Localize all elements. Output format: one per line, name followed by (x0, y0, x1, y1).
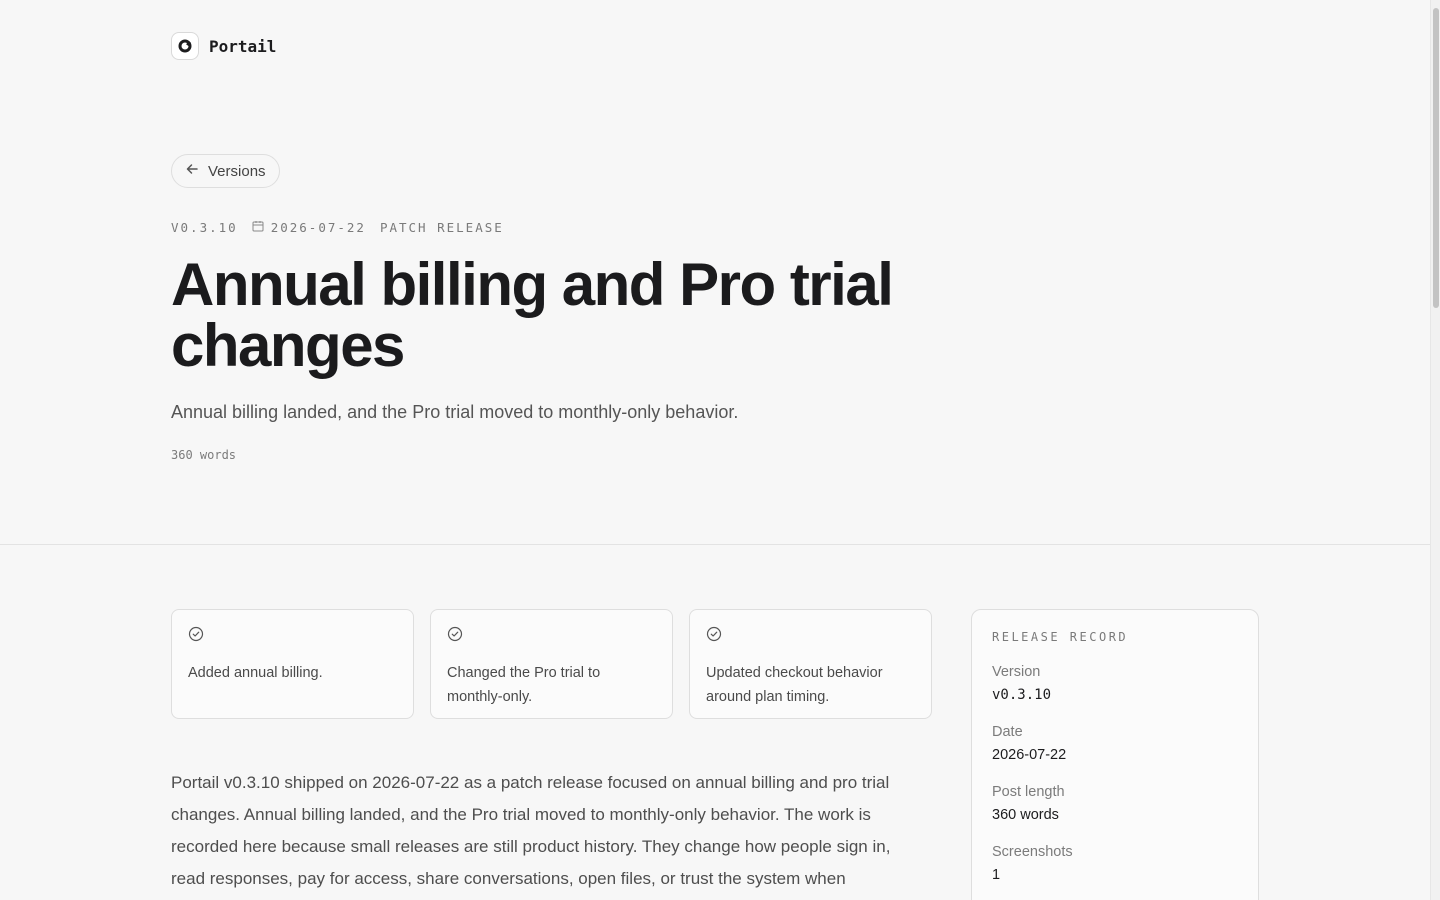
highlight-text: Changed the Pro trial to monthly-only. (447, 665, 601, 705)
highlight-card: Added annual billing. (171, 609, 414, 719)
highlights: Added annual billing. Changed the Pro tr… (171, 609, 932, 719)
record-label: Date (992, 724, 1023, 740)
record-value: 2026-07-22 (992, 747, 1067, 763)
release-type: PATCH RELEASE (379, 220, 504, 235)
back-to-versions-button[interactable]: Versions (171, 154, 280, 188)
record-heading: RELEASE RECORD (992, 630, 1129, 644)
record-date: Date 2026-07-22 (992, 722, 1238, 768)
record-label: Screenshots (992, 844, 1073, 860)
highlight-card: Updated checkout behavior around plan ti… (689, 609, 932, 719)
version-tag: v0.3.10 (171, 220, 238, 235)
check-circle-icon (706, 626, 915, 647)
record-value: 360 words (992, 807, 1059, 823)
date-text: 2026-07-22 (270, 220, 366, 235)
check-circle-icon (188, 626, 397, 647)
portail-logo-icon (171, 32, 199, 60)
brand-name: Portail (209, 36, 277, 56)
record-label: Version (992, 664, 1041, 680)
back-label: Versions (208, 162, 266, 180)
release-record: RELEASE RECORD Version v0.3.10 Date 2026… (971, 609, 1259, 900)
post-summary: Annual billing landed, and the Pro trial… (171, 402, 739, 422)
section-divider (0, 544, 1430, 545)
release-date: 2026-07-22 (252, 220, 366, 235)
post-meta: v0.3.10 2026-07-22 PATCH RELEASE (171, 220, 504, 235)
word-count: 360 words (171, 448, 237, 462)
record-label: Post length (992, 784, 1065, 800)
highlight-card: Changed the Pro trial to monthly-only. (430, 609, 673, 719)
highlight-text: Added annual billing. (188, 665, 323, 681)
record-value: 1 (992, 867, 1001, 883)
scrollbar-thumb[interactable] (1433, 8, 1439, 308)
highlight-text: Updated checkout behavior around plan ti… (706, 665, 883, 705)
record-version: Version v0.3.10 (992, 662, 1238, 708)
record-value: v0.3.10 (992, 687, 1052, 703)
post-body: Portail v0.3.10 shipped on 2026-07-22 as… (171, 773, 891, 888)
check-circle-icon (447, 626, 656, 647)
page-title: Annual billing and Pro trial changes (171, 251, 894, 379)
calendar-icon (252, 220, 264, 235)
brand[interactable]: Portail (171, 32, 276, 60)
record-post-length: Post length 360 words (992, 782, 1238, 828)
vertical-scrollbar[interactable] (1430, 0, 1440, 900)
record-screenshots: Screenshots 1 (992, 842, 1238, 888)
arrow-left-icon (185, 162, 199, 181)
